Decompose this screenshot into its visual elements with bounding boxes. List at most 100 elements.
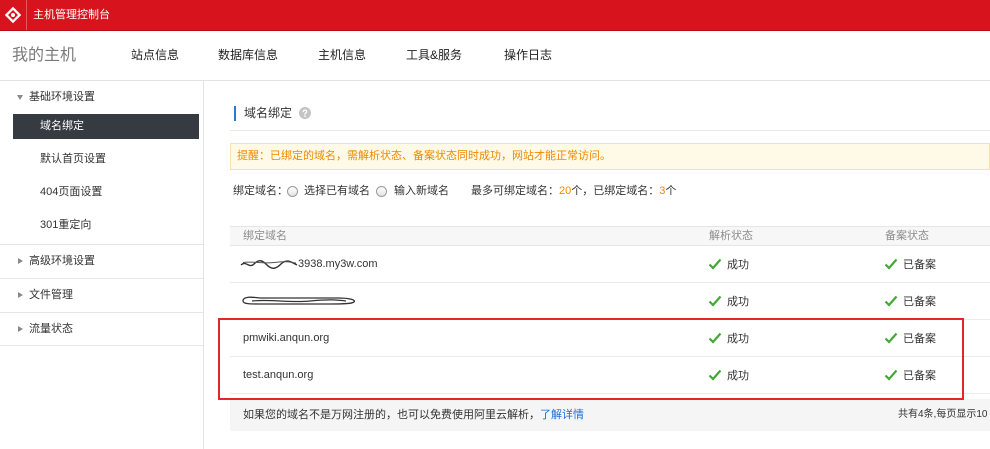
binding-limit-info: 最多可绑定域名： 20 个，已绑定域名： 3 个 xyxy=(471,183,676,199)
sidebar-group-basic-env[interactable]: 基础环境设置 xyxy=(0,85,203,109)
option-new-domain[interactable]: 输入新域名 xyxy=(394,183,449,199)
tab-site-info[interactable]: 站点信息 xyxy=(131,31,179,80)
sidebar-item-domain-binding[interactable]: 域名绑定 xyxy=(13,114,199,139)
triangle-down-icon xyxy=(17,95,23,100)
resolve-status: 成功 xyxy=(708,283,868,319)
sidebar-item-301-redirect[interactable]: 301重定向 xyxy=(13,213,199,238)
main-content: 域名绑定 提醒：已绑定的域名，需解析状态、备案状态同时成功，网站才能正常访问。 … xyxy=(230,81,990,449)
dns-hint: 如果您的域名不是万网注册的，也可以免费使用阿里云解析， 了解详情 xyxy=(243,399,883,431)
count-unit: 个 xyxy=(665,185,677,197)
check-icon xyxy=(884,332,898,344)
resolve-status-text: 成功 xyxy=(727,333,749,345)
triangle-right-icon xyxy=(18,291,23,298)
title-divider xyxy=(230,130,990,131)
check-icon xyxy=(708,295,722,307)
max-domain-count: 20 xyxy=(559,185,572,197)
table-footer: 如果您的域名不是万网注册的，也可以免费使用阿里云解析， 了解详情 共有4条,每页… xyxy=(230,399,990,431)
triangle-right-icon xyxy=(18,325,23,332)
tab-tools-services[interactable]: 工具&服务 xyxy=(406,31,462,80)
resolve-status: 成功 xyxy=(708,320,868,356)
table-header: 绑定域名 解析状态 备案状态 xyxy=(230,226,990,246)
check-icon xyxy=(708,332,722,344)
sidebar-divider xyxy=(0,345,203,346)
sidebar-group-file-management[interactable]: 文件管理 xyxy=(0,283,203,307)
domain-cell: 3938.my3w.com xyxy=(240,246,680,282)
sidebar-group-label: 高级环境设置 xyxy=(29,255,95,267)
sidebar: 基础环境设置 域名绑定 默认首页设置 404页面设置 301重定向 高级环境设置… xyxy=(0,81,204,449)
resolve-status-text: 成功 xyxy=(727,259,749,271)
check-icon xyxy=(884,258,898,270)
check-icon xyxy=(708,258,722,270)
radio-existing-domain[interactable] xyxy=(287,185,298,197)
record-status: 已备案 xyxy=(884,320,990,356)
wanwang-logo-icon[interactable] xyxy=(4,6,22,24)
top-bar: 主机管理控制台 xyxy=(0,0,990,31)
domain-name: pmwiki.anqun.org xyxy=(243,332,330,344)
my-host-link[interactable]: 我的主机 xyxy=(12,31,76,80)
resolve-status-text: 成功 xyxy=(727,370,749,382)
sidebar-item-404-page[interactable]: 404页面设置 xyxy=(13,180,199,205)
record-status: 已备案 xyxy=(884,283,990,319)
triangle-right-icon xyxy=(18,257,23,264)
top-bar-divider xyxy=(26,0,27,30)
section-header: 域名绑定 xyxy=(230,105,990,121)
dns-hint-text: 如果您的域名不是万网注册的，也可以免费使用阿里云解析， xyxy=(243,409,540,421)
option-existing-domain[interactable]: 选择已有域名 xyxy=(304,183,370,199)
domain-cell: pmwiki.anqun.org xyxy=(240,320,680,356)
column-header-resolve-status: 解析状态 xyxy=(709,230,753,242)
notice-text: 提醒：已绑定的域名，需解析状态、备案状态同时成功，网站才能正常访问。 xyxy=(237,150,611,162)
bind-domain-form: 绑定域名： 选择已有域名 输入新域名 最多可绑定域名： 20 个，已绑定域名： … xyxy=(230,183,990,199)
resolve-status-text: 成功 xyxy=(727,296,749,308)
tab-operation-log[interactable]: 操作日志 xyxy=(504,31,552,80)
sidebar-group-label: 基础环境设置 xyxy=(29,91,95,103)
table-row: pmwiki.anqun.org 成功 已备案 xyxy=(230,320,990,357)
limit-label: 最多可绑定域名： xyxy=(471,185,559,197)
sidebar-divider xyxy=(0,278,203,279)
title-accent-bar xyxy=(234,105,236,121)
main-nav: 我的主机 站点信息 数据库信息 主机信息 工具&服务 操作日志 xyxy=(0,31,990,81)
page-title: 域名绑定 xyxy=(244,106,293,120)
host-console-page: 主机管理控制台 我的主机 站点信息 数据库信息 主机信息 工具&服务 操作日志 … xyxy=(0,0,990,449)
sidebar-item-default-homepage[interactable]: 默认首页设置 xyxy=(13,147,199,172)
radio-new-domain[interactable] xyxy=(376,185,387,197)
record-status: 已备案 xyxy=(884,357,990,393)
column-header-record-status: 备案状态 xyxy=(885,230,929,242)
domain-cell xyxy=(240,283,680,319)
sidebar-item-label: 默认首页设置 xyxy=(40,153,106,165)
help-circle-icon[interactable] xyxy=(299,107,312,119)
column-header-domain: 绑定域名 xyxy=(243,230,287,242)
sidebar-group-advanced-env[interactable]: 高级环境设置 xyxy=(0,249,203,273)
sidebar-item-label: 404页面设置 xyxy=(40,186,103,198)
bind-domain-label: 绑定域名： xyxy=(233,185,288,197)
record-status-text: 已备案 xyxy=(903,296,936,308)
sidebar-divider xyxy=(0,244,203,245)
tab-host-info[interactable]: 主机信息 xyxy=(318,31,366,80)
bound-label: 个，已绑定域名： xyxy=(571,185,660,197)
console-title[interactable]: 主机管理控制台 xyxy=(33,0,253,30)
redaction-scribble xyxy=(240,260,298,269)
check-icon xyxy=(884,295,898,307)
check-icon xyxy=(708,369,722,381)
tab-database-info[interactable]: 数据库信息 xyxy=(218,31,278,80)
check-icon xyxy=(884,369,898,381)
sidebar-group-label: 流量状态 xyxy=(29,323,73,335)
domain-cell: test.anqun.org xyxy=(240,357,680,393)
notice-banner: 提醒：已绑定的域名，需解析状态、备案状态同时成功，网站才能正常访问。 xyxy=(230,143,990,170)
sidebar-divider xyxy=(0,312,203,313)
table-row: 3938.my3w.com 成功 已备案 xyxy=(230,246,990,283)
sidebar-group-label: 文件管理 xyxy=(29,289,73,301)
sidebar-group-traffic-status[interactable]: 流量状态 xyxy=(0,317,203,341)
record-status-text: 已备案 xyxy=(903,370,936,382)
sidebar-item-label: 域名绑定 xyxy=(40,120,84,132)
domain-name: 3938.my3w.com xyxy=(298,258,378,270)
record-status-text: 已备案 xyxy=(903,259,936,271)
table-row: 成功 已备案 xyxy=(230,283,990,320)
record-status-text: 已备案 xyxy=(903,333,936,345)
redaction-scribble xyxy=(242,296,356,305)
sidebar-item-label: 301重定向 xyxy=(40,219,92,231)
learn-more-link[interactable]: 了解详情 xyxy=(540,399,584,431)
pagination-summary: 共有4条,每页显示10 xyxy=(898,409,988,420)
table-row: test.anqun.org 成功 已备案 xyxy=(230,357,990,394)
resolve-status: 成功 xyxy=(708,357,868,393)
record-status: 已备案 xyxy=(884,246,990,282)
